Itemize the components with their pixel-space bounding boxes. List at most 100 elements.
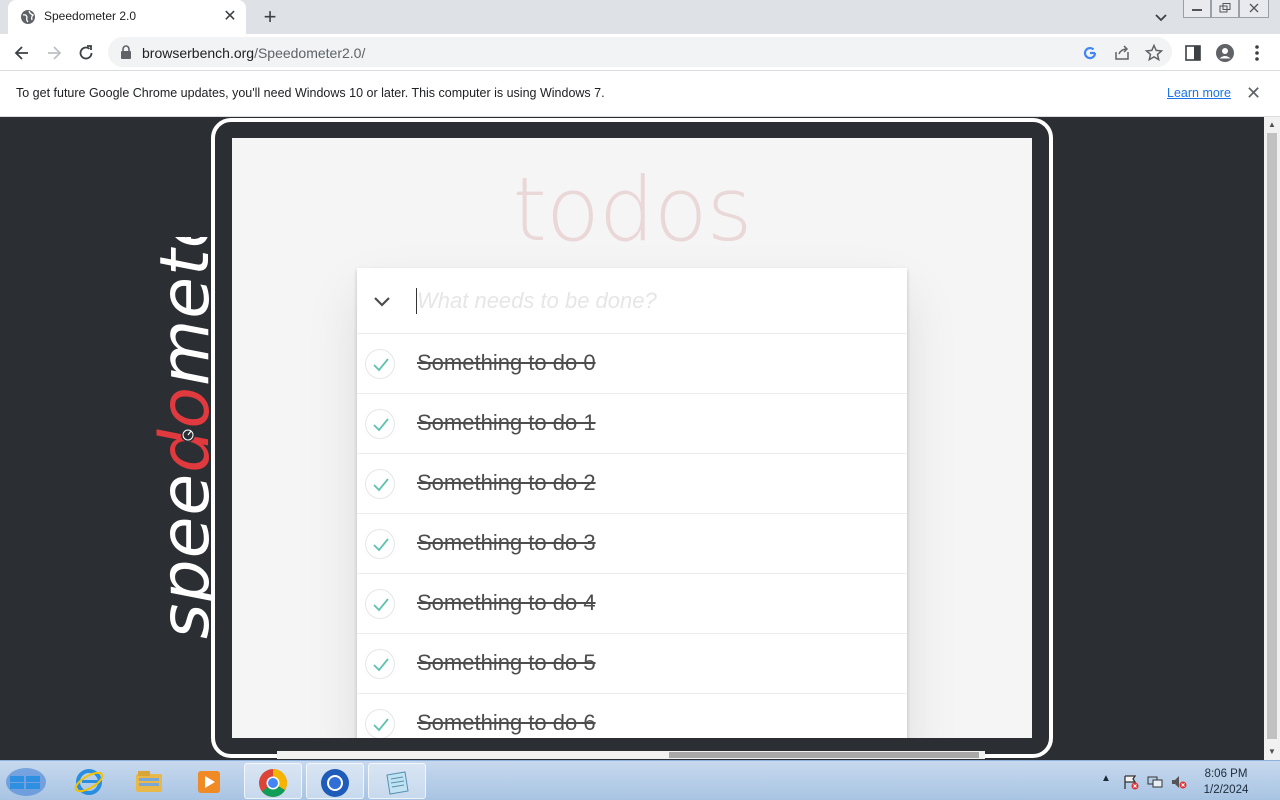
todo-checkbox[interactable]	[365, 589, 395, 619]
checkmark-icon	[373, 598, 389, 612]
restore-button[interactable]	[1211, 0, 1239, 18]
avatar-icon	[1216, 44, 1234, 62]
todo-label: Something to do 0	[417, 350, 596, 375]
clock-date: 1/2/2024	[1203, 784, 1249, 796]
todos-title: todos	[512, 158, 753, 261]
todo-label: Something to do 5	[417, 650, 596, 675]
todo-item-5[interactable]: Something to do 5	[357, 634, 907, 694]
close-window-button[interactable]	[1239, 0, 1269, 18]
chromium-icon	[321, 769, 349, 797]
network-icon[interactable]	[1146, 774, 1164, 790]
todo-label: Something to do 4	[417, 590, 596, 615]
taskbar-internet-explorer[interactable]	[60, 763, 118, 799]
todo-checkbox[interactable]	[365, 469, 395, 499]
toggle-all-chevron-icon[interactable]	[371, 292, 393, 312]
taskbar-file-explorer[interactable]	[120, 763, 178, 799]
taskbar-chromium[interactable]	[306, 763, 364, 799]
side-panel-icon	[1185, 45, 1201, 61]
todo-item-4[interactable]: Something to do 4	[357, 574, 907, 634]
chrome-icon	[259, 769, 287, 797]
action-center-flag-icon[interactable]	[1122, 774, 1140, 790]
reload-icon	[79, 45, 93, 60]
todo-checkbox[interactable]	[365, 409, 395, 439]
checkmark-icon	[373, 358, 389, 372]
todo-app: Something to do 0 Something to do 1 Some…	[357, 268, 907, 738]
clock-time: 8:06 PM	[1204, 768, 1248, 780]
todo-header	[357, 268, 907, 334]
page-vertical-scrollbar[interactable]: ▲ ▼	[1264, 117, 1280, 760]
infobar-message: To get future Google Chrome updates, you…	[16, 86, 605, 100]
file-explorer-icon	[136, 771, 162, 792]
show-hidden-icons-arrow[interactable]: ▲	[1101, 773, 1111, 784]
learn-more-link[interactable]: Learn more	[1167, 86, 1231, 100]
taskbar-notepad[interactable]	[368, 763, 426, 799]
tab-title: Speedometer 2.0	[44, 9, 137, 23]
new-todo-input[interactable]	[417, 286, 887, 316]
todo-label: Something to do 6	[417, 710, 596, 735]
tab-search-chevron-icon[interactable]	[1150, 6, 1172, 28]
tab-speedometer[interactable]: Speedometer 2.0 ✕	[8, 0, 246, 34]
taskbar-media-player[interactable]	[180, 763, 238, 799]
system-clock[interactable]: 8:06 PM 1/2/2024	[1196, 766, 1256, 798]
todo-checkbox[interactable]	[365, 349, 395, 379]
gauge-icon	[181, 428, 195, 442]
side-panel-button[interactable]	[1180, 40, 1206, 66]
checkmark-icon	[373, 418, 389, 432]
todo-item-2[interactable]: Something to do 2	[357, 454, 907, 514]
notepad-icon	[386, 771, 409, 795]
url-text[interactable]: browserbench.org/Speedometer2.0/	[142, 45, 365, 61]
scrollbar-thumb[interactable]	[669, 752, 979, 758]
google-lens-icon[interactable]	[1080, 43, 1100, 63]
profile-button[interactable]	[1212, 40, 1238, 66]
todo-checkbox[interactable]	[365, 709, 395, 738]
checkmark-icon	[373, 718, 389, 732]
todo-checkbox[interactable]	[365, 529, 395, 559]
page-content: speedometer todos Something to do 0	[0, 117, 1264, 760]
todo-checkbox[interactable]	[365, 649, 395, 679]
bookmark-star-icon[interactable]	[1144, 43, 1164, 63]
tab-strip: Speedometer 2.0 ✕ +	[0, 0, 1280, 34]
address-bar[interactable]: browserbench.org/Speedometer2.0/	[108, 37, 1172, 67]
kebab-menu-icon	[1255, 45, 1259, 61]
back-arrow-icon	[14, 46, 28, 60]
back-button[interactable]	[9, 40, 35, 66]
internet-explorer-icon	[74, 769, 104, 795]
start-button[interactable]	[0, 763, 56, 799]
scroll-up-arrow-icon[interactable]: ▲	[1264, 117, 1280, 133]
checkmark-icon	[373, 478, 389, 492]
todo-item-0[interactable]: Something to do 0	[357, 334, 907, 394]
globe-icon	[21, 10, 35, 24]
new-tab-button[interactable]: +	[256, 4, 284, 30]
todo-item-1[interactable]: Something to do 1	[357, 394, 907, 454]
lock-icon[interactable]	[120, 45, 132, 59]
todo-label: Something to do 2	[417, 470, 596, 495]
windows-taskbar: ▲ 8:06 PM 1/2/2024	[0, 760, 1280, 800]
forward-arrow-icon	[48, 46, 62, 60]
url-host: browserbench.org	[142, 45, 255, 61]
todo-list: Something to do 0 Something to do 1 Some…	[357, 334, 907, 738]
media-player-icon	[198, 771, 220, 793]
todo-label: Something to do 3	[417, 530, 596, 555]
frame-horizontal-scrollbar[interactable]	[277, 751, 985, 759]
forward-button[interactable]	[41, 40, 67, 66]
infobar-close-icon[interactable]: ✕	[1246, 83, 1261, 104]
todo-label: Something to do 1	[417, 410, 596, 435]
reload-button[interactable]	[73, 40, 99, 66]
windows-logo-icon	[6, 768, 46, 796]
share-icon[interactable]	[1112, 43, 1132, 63]
url-path: /Speedometer2.0/	[254, 45, 366, 61]
checkmark-icon	[373, 658, 389, 672]
scroll-down-arrow-icon[interactable]: ▼	[1264, 744, 1280, 760]
browser-toolbar: browserbench.org/Speedometer2.0/	[0, 34, 1280, 71]
todo-item-3[interactable]: Something to do 3	[357, 514, 907, 574]
taskbar-chrome[interactable]	[244, 763, 302, 799]
minimize-button[interactable]	[1183, 0, 1211, 18]
checkmark-icon	[373, 538, 389, 552]
volume-muted-icon[interactable]	[1170, 774, 1188, 790]
scrollbar-thumb[interactable]	[1267, 133, 1277, 739]
todo-item-6[interactable]: Something to do 6	[357, 694, 907, 738]
update-infobar: To get future Google Chrome updates, you…	[0, 71, 1280, 117]
chrome-menu-button[interactable]	[1244, 40, 1270, 66]
tab-close-icon[interactable]: ✕	[220, 7, 240, 27]
test-viewport: todos Something to do 0 Something to do …	[232, 138, 1032, 738]
